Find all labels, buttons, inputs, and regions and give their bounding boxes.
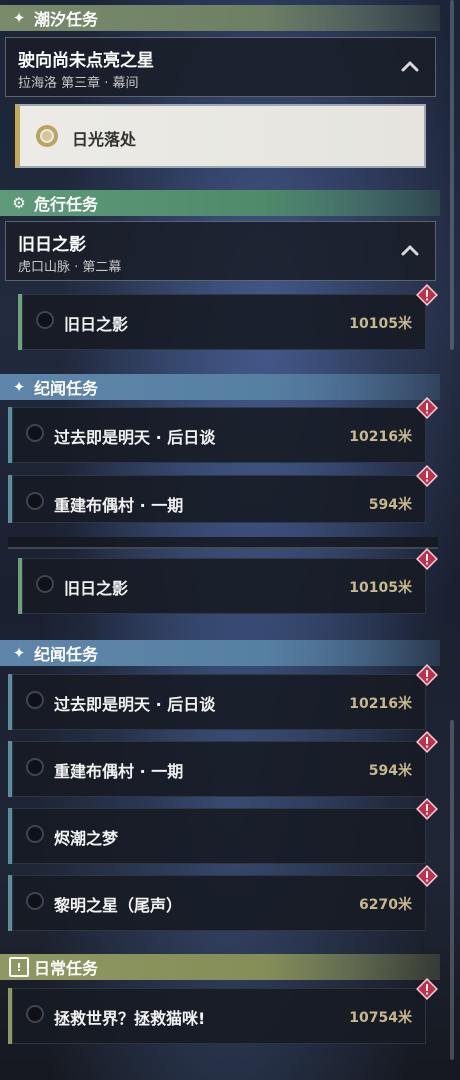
section-title-tide: 潮汐任务 — [34, 10, 99, 29]
section-header-danger: ⚙ 危行任务 — [0, 190, 440, 216]
section-title-story: 纪闻任务 — [34, 379, 99, 398]
task-item-daily[interactable]: 拯救世界？拯救猫咪! 10754米 — [8, 988, 426, 1044]
sparkle-icon: ✦ — [12, 9, 26, 27]
alert-icon — [416, 548, 438, 570]
task-status-circle — [26, 892, 44, 910]
selected-task-item[interactable]: 日光落处 — [15, 104, 426, 168]
chapter-card-danger[interactable]: 旧日之影 虎口山脉 · 第二幕 — [5, 221, 436, 281]
task-name: 重建布偶村 · 一期 — [54, 762, 184, 781]
task-distance: 594米 — [368, 763, 412, 779]
task-name: 重建布偶村 · 一期 — [54, 496, 184, 515]
task-status-circle — [36, 311, 54, 329]
task-status-circle — [26, 424, 44, 442]
task-status-circle — [26, 691, 44, 709]
chapter-subtitle: 拉海洛 第三章 · 幕间 — [18, 76, 139, 91]
section-header-daily: ! 日常任务 — [0, 954, 440, 980]
chevron-up-icon[interactable] — [399, 56, 421, 78]
section-header-tide: ✦ 潮汐任务 — [0, 5, 440, 31]
task-distance: 10754米 — [349, 1010, 412, 1026]
task-status-circle — [26, 1005, 44, 1023]
alert-icon — [416, 865, 438, 887]
alert-icon — [416, 465, 438, 487]
task-distance: 10105米 — [349, 580, 412, 596]
section-title-story: 纪闻任务 — [34, 645, 99, 664]
task-name: 旧日之影 — [64, 315, 129, 334]
chapter-title: 旧日之影 — [18, 235, 86, 255]
chapter-title: 驶向尚未点亮之星 — [18, 51, 154, 71]
exclamation-badge-icon: ! — [9, 957, 29, 977]
task-item-story[interactable]: 重建布偶村 · 一期 594米 — [8, 475, 426, 523]
task-item-story[interactable]: 烬潮之梦 — [8, 808, 426, 864]
section-title-danger: 危行任务 — [34, 195, 99, 214]
alert-icon — [416, 978, 438, 1000]
task-status-circle — [26, 758, 44, 776]
task-distance: 6270米 — [359, 897, 412, 913]
task-status-circle — [26, 492, 44, 510]
task-distance: 10216米 — [349, 429, 412, 445]
task-item-danger[interactable]: 旧日之影 10105米 — [18, 294, 426, 350]
scroll-divider — [8, 537, 438, 549]
scrollbar-top[interactable] — [450, 0, 454, 350]
task-name: 过去即是明天 · 后日谈 — [54, 428, 216, 447]
task-name: 旧日之影 — [64, 579, 129, 598]
chapter-subtitle: 虎口山脉 · 第二幕 — [18, 260, 122, 275]
task-name: 日光落处 — [72, 130, 137, 149]
task-distance: 10216米 — [349, 696, 412, 712]
task-item-story[interactable]: 过去即是明天 · 后日谈 10216米 — [8, 407, 426, 463]
task-name: 烬潮之梦 — [54, 829, 119, 848]
alert-icon — [416, 798, 438, 820]
alert-icon — [416, 397, 438, 419]
task-item-story[interactable]: 过去即是明天 · 后日谈 10216米 — [8, 674, 426, 730]
task-status-circle — [36, 575, 54, 593]
sparkle-icon: ✦ — [12, 378, 26, 396]
gear-icon: ⚙ — [12, 194, 26, 212]
task-name: 拯救世界？拯救猫咪! — [54, 1009, 206, 1028]
scrollbar-bottom[interactable] — [450, 720, 454, 1060]
task-distance: 594米 — [368, 497, 412, 513]
task-name: 黎明之星（尾声） — [54, 896, 183, 915]
alert-icon — [416, 731, 438, 753]
section-header-story-top: ✦ 纪闻任务 — [0, 374, 440, 400]
alert-icon — [416, 664, 438, 686]
chevron-up-icon[interactable] — [399, 240, 421, 262]
task-item-danger[interactable]: 旧日之影 10105米 — [18, 558, 426, 614]
section-header-story: ✦ 纪闻任务 — [0, 640, 440, 666]
section-title-daily: 日常任务 — [34, 959, 99, 978]
task-status-circle — [26, 825, 44, 843]
task-name: 过去即是明天 · 后日谈 — [54, 695, 216, 714]
task-distance: 10105米 — [349, 316, 412, 332]
task-item-story[interactable]: 黎明之星（尾声） 6270米 — [8, 875, 426, 931]
alert-icon — [416, 284, 438, 306]
chapter-card-tide[interactable]: 驶向尚未点亮之星 拉海洛 第三章 · 幕间 — [5, 37, 436, 97]
task-item-story[interactable]: 重建布偶村 · 一期 594米 — [8, 741, 426, 797]
sparkle-icon: ✦ — [12, 644, 26, 662]
target-ring-icon — [36, 125, 58, 147]
